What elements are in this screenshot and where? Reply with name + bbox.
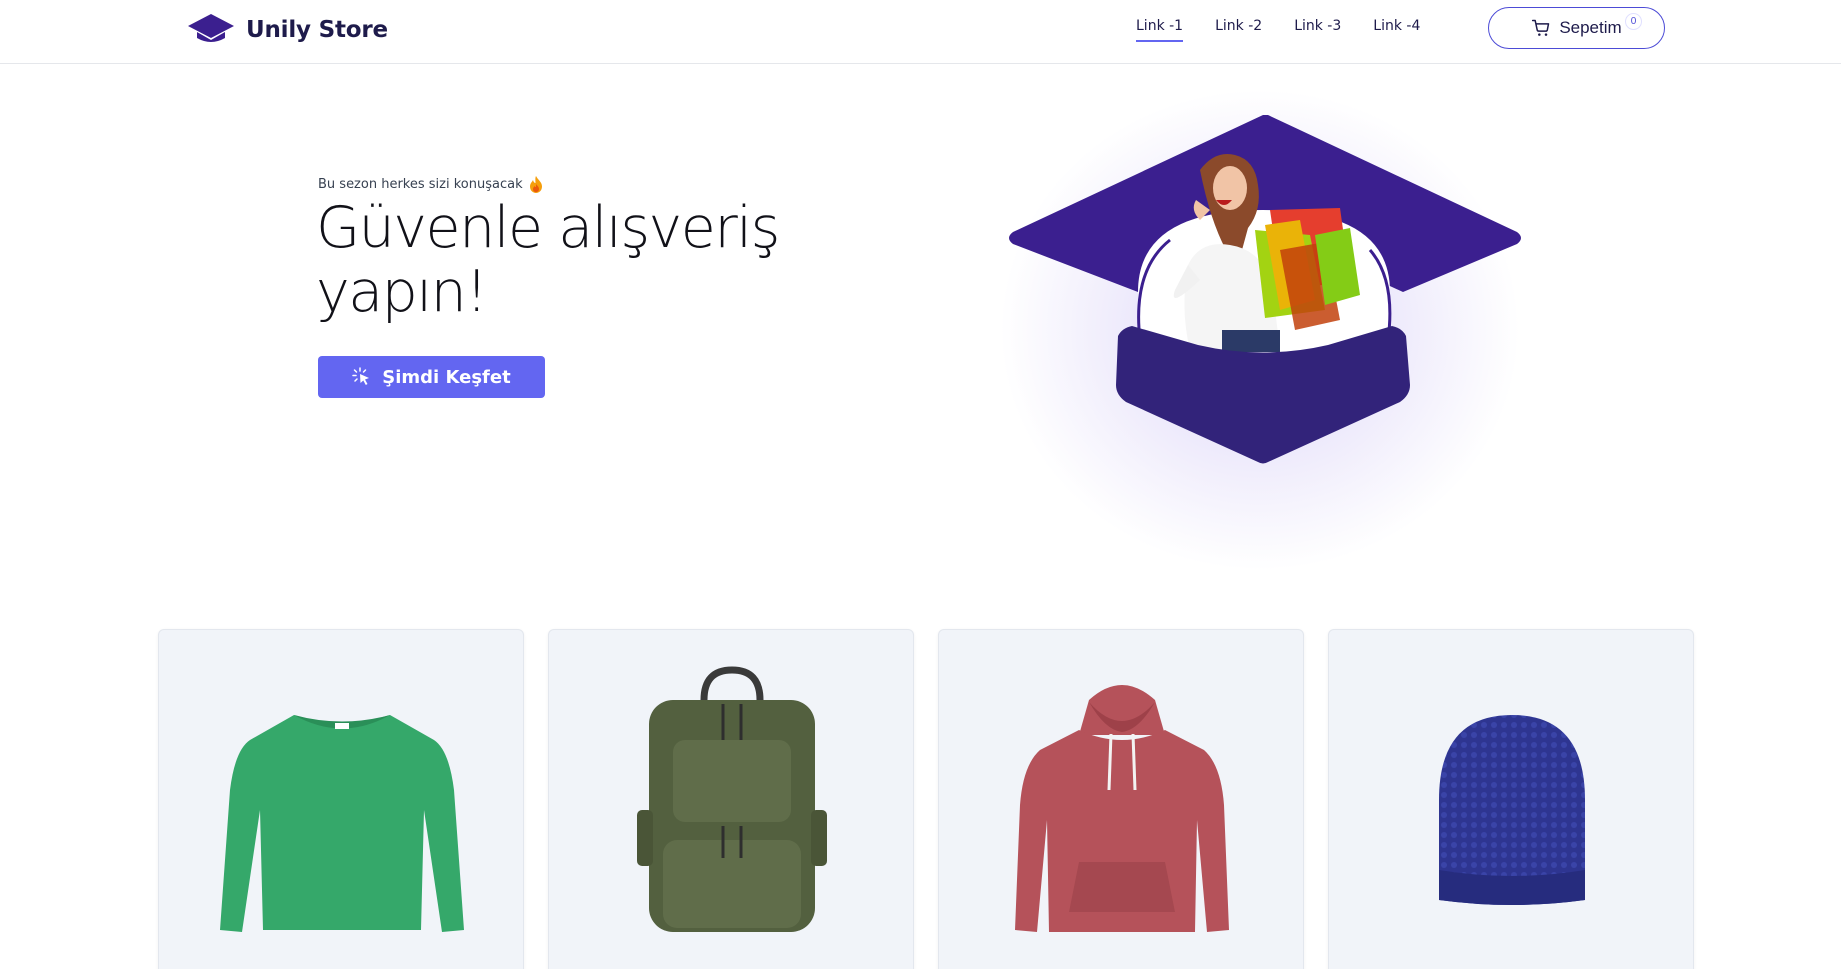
top-header: Unily Store Link -1 Link -2 Link -3 Link… <box>0 0 1841 64</box>
explore-now-button[interactable]: Şimdi Keşfet <box>318 356 545 398</box>
brand-name: Unily Store <box>246 17 388 43</box>
hero-cap-graphic <box>1009 115 1521 464</box>
brand-logo[interactable]: Unily Store <box>186 10 388 50</box>
cursor-click-icon <box>352 367 370 385</box>
product-grid <box>158 629 1694 969</box>
nav-link-2[interactable]: Link -2 <box>1215 18 1262 42</box>
blue-beanie-image <box>1439 715 1585 905</box>
hero-title-line-2: yapın! <box>316 259 488 325</box>
red-hoodie-image <box>1015 685 1229 932</box>
main-nav: Link -1 Link -2 Link -3 Link -4 <box>1136 18 1420 42</box>
cart-count-badge: 0 <box>1625 13 1642 30</box>
hero-illustration <box>870 60 1660 600</box>
fire-icon <box>529 176 542 193</box>
product-card-backpack[interactable] <box>548 629 914 969</box>
hero-title-line-1: Güvenle alışveriş <box>316 195 780 261</box>
shopping-cart-icon <box>1532 19 1550 36</box>
nav-link-4[interactable]: Link -4 <box>1373 18 1420 42</box>
hero-kicker: Bu sezon herkes sizi konuşacak <box>318 176 543 193</box>
hero-kicker-text: Bu sezon herkes sizi konuşacak <box>318 177 523 192</box>
nav-link-1[interactable]: Link -1 <box>1136 18 1184 42</box>
graduation-cap-icon <box>188 14 234 42</box>
product-card-hoodie[interactable] <box>938 629 1304 969</box>
cart-label: Sepetim <box>1559 18 1622 37</box>
green-backpack-image <box>637 666 827 932</box>
explore-now-label: Şimdi Keşfet <box>382 366 511 388</box>
hero-title: Güvenle alışveriş yapın! <box>316 196 836 324</box>
nav-link-3[interactable]: Link -3 <box>1294 18 1341 42</box>
product-card-beanie[interactable] <box>1328 629 1694 969</box>
green-sweater-image <box>220 715 464 932</box>
cart-button[interactable]: Sepetim 0 <box>1488 7 1665 49</box>
product-card-sweater[interactable] <box>158 629 524 969</box>
